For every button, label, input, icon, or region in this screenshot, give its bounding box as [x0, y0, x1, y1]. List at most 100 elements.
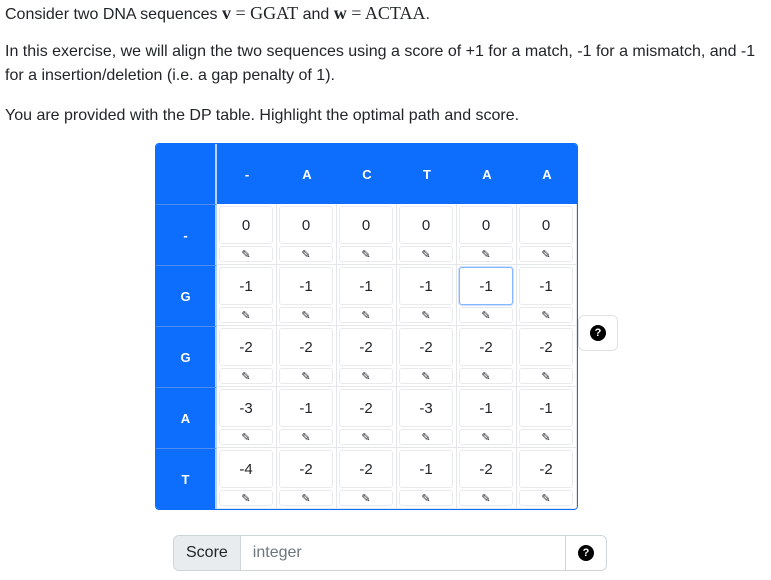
dp-cell-value[interactable]: -2: [339, 450, 393, 488]
dp-cell-value[interactable]: 0: [339, 206, 393, 244]
dp-cell-value[interactable]: -4: [219, 450, 273, 488]
pencil-icon[interactable]: ✎: [459, 246, 513, 262]
pencil-icon[interactable]: ✎: [399, 490, 453, 506]
pencil-icon[interactable]: ✎: [459, 429, 513, 445]
dp-cell-value[interactable]: -1: [279, 267, 333, 305]
dp-cell-value[interactable]: 0: [279, 206, 333, 244]
pencil-icon[interactable]: ✎: [339, 429, 393, 445]
pencil-icon[interactable]: ✎: [519, 246, 573, 262]
dp-cell-value[interactable]: -2: [219, 328, 273, 366]
dp-cell-value[interactable]: -2: [339, 328, 393, 366]
dp-cell: -1 ✎: [457, 387, 517, 448]
var-w: w: [333, 3, 347, 23]
pencil-icon[interactable]: ✎: [459, 368, 513, 384]
dp-cell: 0 ✎: [337, 204, 397, 265]
dp-cell-value[interactable]: -1: [399, 267, 453, 305]
pencil-icon[interactable]: ✎: [279, 307, 333, 323]
dp-row: G -1 ✎ -1 ✎ -1 ✎ -1 ✎ -1 ✎ -1 ✎: [156, 265, 577, 326]
dp-row-header: A: [156, 387, 217, 448]
dp-row: -0 ✎ 0 ✎ 0 ✎ 0 ✎ 0 ✎ 0 ✎: [156, 204, 577, 265]
pencil-icon[interactable]: ✎: [219, 368, 273, 384]
pencil-icon[interactable]: ✎: [339, 246, 393, 262]
pencil-icon[interactable]: ✎: [339, 307, 393, 323]
dp-row-header: G: [156, 265, 217, 326]
pencil-icon[interactable]: ✎: [339, 368, 393, 384]
dp-cell: -1 ✎: [457, 265, 517, 326]
dp-cell-value[interactable]: -3: [399, 389, 453, 427]
dp-cell: -1 ✎: [217, 265, 277, 326]
dp-cell-value[interactable]: -2: [459, 328, 513, 366]
dp-cell: -2 ✎: [337, 387, 397, 448]
table-help-button[interactable]: ?: [578, 315, 618, 351]
dp-cell-value[interactable]: -1: [459, 267, 513, 305]
dp-cell-value[interactable]: -2: [519, 450, 573, 488]
dp-cell-value[interactable]: 0: [459, 206, 513, 244]
pencil-icon[interactable]: ✎: [279, 429, 333, 445]
dp-cell: -2 ✎: [337, 448, 397, 509]
pencil-icon[interactable]: ✎: [519, 307, 573, 323]
dp-cell-value[interactable]: -2: [339, 389, 393, 427]
score-input-group: Score ?: [173, 535, 607, 571]
dp-cell-value[interactable]: 0: [219, 206, 273, 244]
dp-cell-value[interactable]: 0: [399, 206, 453, 244]
dp-cell-value[interactable]: -2: [399, 328, 453, 366]
dp-row-header: T: [156, 448, 217, 509]
pencil-icon[interactable]: ✎: [219, 246, 273, 262]
dp-row: G -2 ✎ -2 ✎ -2 ✎ -2 ✎ -2 ✎ -2 ✎: [156, 326, 577, 387]
dp-cell-value[interactable]: -2: [459, 450, 513, 488]
pencil-icon[interactable]: ✎: [399, 307, 453, 323]
pencil-icon[interactable]: ✎: [219, 490, 273, 506]
dp-cell: -4 ✎: [217, 448, 277, 509]
dp-cell: 0 ✎: [217, 204, 277, 265]
dp-table: - A C T A A -0 ✎ 0 ✎ 0 ✎ 0 ✎ 0 ✎ 0 ✎ G -1 ✎ -1 ✎ -1 ✎ -1 ✎ -1…: [155, 143, 578, 510]
sequence-w: ACTAA: [364, 3, 426, 23]
pencil-icon[interactable]: ✎: [279, 368, 333, 384]
task-instructions: You are provided with the DP table. High…: [5, 107, 520, 124]
dp-header-row: - A C T A A: [156, 144, 577, 204]
dp-cell: -1 ✎: [517, 387, 577, 448]
pencil-icon[interactable]: ✎: [279, 246, 333, 262]
dp-col-header: C: [337, 144, 397, 204]
dp-cell-value[interactable]: -1: [459, 389, 513, 427]
var-v: v: [222, 3, 231, 23]
pencil-icon[interactable]: ✎: [339, 490, 393, 506]
dp-cell-value[interactable]: -1: [519, 389, 573, 427]
scoring-instructions: In this exercise, we will align the two …: [5, 43, 756, 84]
pencil-icon[interactable]: ✎: [399, 246, 453, 262]
dp-col-header: T: [397, 144, 457, 204]
dp-cell: -2 ✎: [517, 448, 577, 509]
score-input[interactable]: [240, 536, 565, 570]
dp-cell: -1 ✎: [397, 265, 457, 326]
pencil-icon[interactable]: ✎: [279, 490, 333, 506]
pencil-icon[interactable]: ✎: [459, 307, 513, 323]
dp-cell-value[interactable]: -1: [399, 450, 453, 488]
dp-cell: 0 ✎: [517, 204, 577, 265]
pencil-icon[interactable]: ✎: [519, 490, 573, 506]
pencil-icon[interactable]: ✎: [219, 429, 273, 445]
pencil-icon[interactable]: ✎: [399, 429, 453, 445]
dp-row: T -4 ✎ -2 ✎ -2 ✎ -1 ✎ -2 ✎ -2 ✎: [156, 448, 577, 509]
sequence-v: GGAT: [250, 3, 299, 23]
pencil-icon[interactable]: ✎: [459, 490, 513, 506]
dp-cell-value[interactable]: -3: [219, 389, 273, 427]
pencil-icon[interactable]: ✎: [399, 368, 453, 384]
dp-cell-value[interactable]: -1: [219, 267, 273, 305]
problem-statement: Consider two DNA sequences v = GGAT and …: [5, 3, 430, 23]
dp-cell: 0 ✎: [397, 204, 457, 265]
dp-cell: -1 ✎: [277, 387, 337, 448]
pencil-icon[interactable]: ✎: [219, 307, 273, 323]
dp-cell-value[interactable]: -1: [519, 267, 573, 305]
score-help-button[interactable]: ?: [565, 536, 606, 570]
dp-corner: [156, 144, 217, 204]
dp-cell-value[interactable]: -1: [339, 267, 393, 305]
dp-cell: -2 ✎: [397, 326, 457, 387]
pencil-icon[interactable]: ✎: [519, 368, 573, 384]
dp-cell: -2 ✎: [457, 326, 517, 387]
dp-cell-value[interactable]: -2: [279, 450, 333, 488]
pencil-icon[interactable]: ✎: [519, 429, 573, 445]
dp-cell-value[interactable]: -2: [519, 328, 573, 366]
dp-cell-value[interactable]: 0: [519, 206, 573, 244]
dp-cell-value[interactable]: -1: [279, 389, 333, 427]
dp-cell-value[interactable]: -2: [279, 328, 333, 366]
dp-cell: -2 ✎: [517, 326, 577, 387]
